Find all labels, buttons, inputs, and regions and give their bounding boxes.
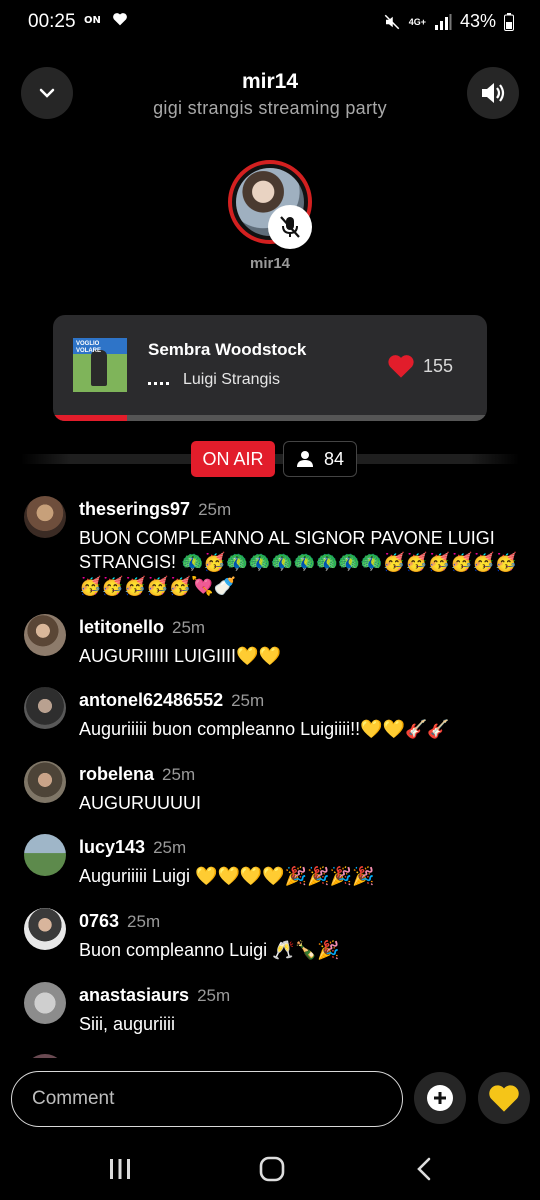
back-button[interactable] [404, 1154, 444, 1184]
comment-time: 25m [172, 618, 206, 637]
avatar[interactable] [24, 834, 66, 876]
comment-text: Auguriiiii buon compleanno Luigiiii!!💛💛🎸… [79, 719, 450, 739]
comment-username[interactable]: theserings97 [79, 499, 190, 519]
progress-bar [53, 415, 487, 421]
comment-list[interactable]: theserings97 25m BUON COMPLEANNO AL SIGNO… [0, 490, 540, 1058]
comment-username[interactable]: robelena [79, 764, 154, 784]
equalizer-icon [148, 375, 169, 385]
room-title: gigi strangis streaming party [153, 98, 387, 118]
back-icon [417, 1157, 431, 1181]
mic-off-icon [280, 216, 300, 238]
now-playing-card[interactable]: VOGLIO VOLARE Sembra Woodstock Luigi Str… [53, 315, 487, 421]
avatar[interactable] [24, 687, 66, 729]
plus-circle-icon [427, 1085, 453, 1111]
comment-username[interactable]: anastasiaurs [79, 985, 189, 1005]
track-title: Sembra Woodstock [148, 340, 307, 359]
comment-username[interactable]: letitonello [79, 617, 164, 637]
like-count: 155 [423, 355, 454, 376]
speaker-button[interactable] [467, 67, 519, 119]
comment-time: 25m [198, 500, 232, 519]
comment-username[interactable]: lucy143 [79, 837, 145, 857]
comment-text: Siii, auguriiii [79, 1014, 176, 1034]
recent-apps-icon [110, 1159, 130, 1179]
mic-off-badge [268, 205, 312, 249]
svg-text:ON: ON [84, 15, 101, 25]
track-artist: Luigi Strangis [183, 371, 280, 388]
home-button[interactable] [252, 1154, 292, 1184]
comment-time: 25m [127, 912, 161, 931]
like-button[interactable]: 155 [387, 353, 453, 379]
status-time: 00:25 [28, 11, 76, 32]
album-cover-label: VOGLIO VOLARE [76, 341, 102, 354]
comment-text: BUON COMPLEANNO AL SIGNOR PAVONE LUIGI S… [79, 528, 518, 596]
battery-percent: 43% [459, 11, 496, 31]
avatar[interactable] [24, 614, 66, 656]
comment-input[interactable] [11, 1071, 403, 1127]
status-bar: 00:25 ON 4G+ 43% [0, 0, 540, 44]
comment-time: 25m [231, 691, 265, 710]
recent-apps-button[interactable] [100, 1154, 140, 1184]
on-air-badge: ON AIR [191, 441, 275, 477]
comment-text: Buon compleanno Luigi 🥂🍾🎉 [79, 940, 340, 960]
avatar [24, 1054, 66, 1058]
avatar[interactable] [24, 982, 66, 1024]
person-icon [296, 451, 313, 467]
comment-text: AUGURUUUUI [79, 793, 202, 813]
comment-text: AUGURIIIII LUIGIIII💛💛 [79, 646, 281, 666]
yellow-heart-icon [489, 1085, 519, 1112]
send-heart-button[interactable] [478, 1072, 530, 1124]
progress-fill [53, 415, 127, 421]
signal-icon [434, 13, 452, 30]
speaker-icon [482, 83, 505, 103]
album-cover: VOGLIO VOLARE [73, 338, 127, 392]
network-indicator: 4G+ [408, 16, 426, 27]
heart-icon [388, 355, 414, 378]
avatar[interactable] [24, 496, 66, 538]
mute-status-icon [384, 14, 399, 29]
heart-status-icon [113, 13, 127, 26]
comment-time: 25m [162, 765, 196, 784]
header-host-name: mir14 [241, 70, 299, 93]
system-nav-bar [0, 1140, 540, 1200]
comment-username[interactable]: 0763 [79, 911, 119, 931]
comment-username[interactable]: antonel62486552 [79, 690, 223, 710]
listener-count: 84 [323, 448, 345, 469]
home-icon [259, 1156, 285, 1182]
host-name: mir14 [249, 255, 291, 272]
avatar[interactable] [24, 908, 66, 950]
comment-time: 25m [197, 986, 231, 1005]
comment-text: Auguriiiii Luigi 💛💛💛💛🎉🎉🎉🎉 [79, 866, 375, 886]
comment-time: 25m [153, 838, 187, 857]
add-button[interactable] [414, 1072, 466, 1124]
on-icon: ON [84, 15, 101, 25]
battery-icon [504, 12, 514, 31]
listener-count-badge[interactable]: 84 [283, 441, 357, 477]
avatar[interactable] [24, 761, 66, 803]
